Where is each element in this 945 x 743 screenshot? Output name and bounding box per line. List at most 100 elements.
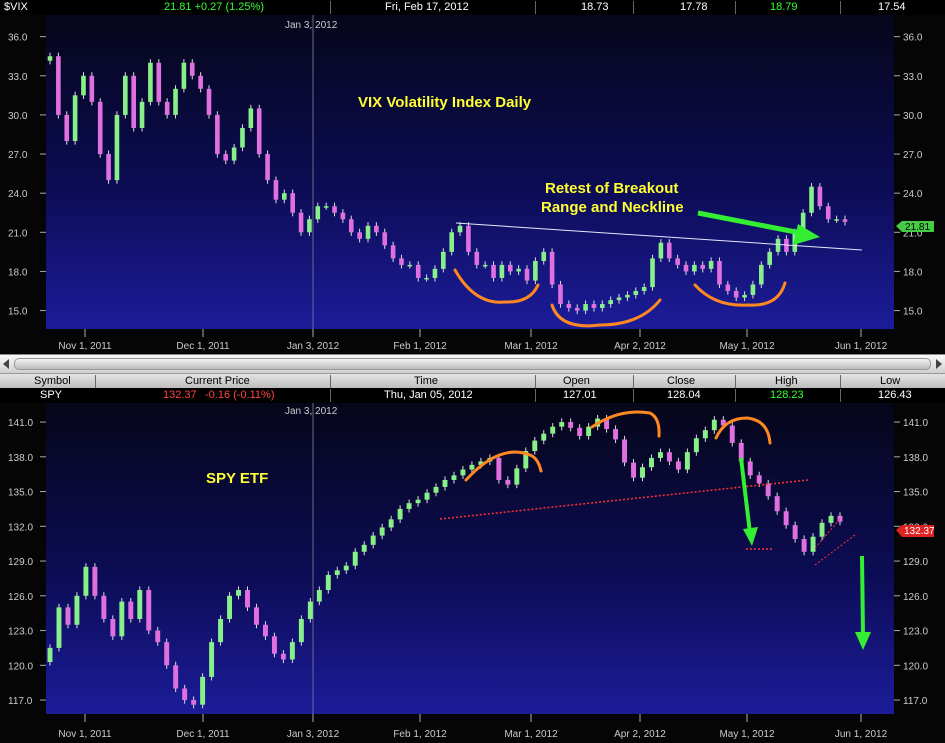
candle-body [482, 264, 488, 267]
candle-body [600, 304, 605, 308]
candle-body [240, 127, 245, 148]
candle-body [622, 439, 628, 463]
col-open: Open [563, 375, 590, 387]
candle-body [559, 422, 565, 427]
candle-body [415, 264, 421, 278]
candle-body [65, 607, 71, 625]
candle-body [407, 264, 413, 267]
candle-body [352, 551, 358, 566]
candle-body [315, 206, 321, 220]
candle-body [298, 212, 304, 233]
candle-body [198, 75, 203, 89]
y-tick-label: 117.0 [8, 696, 33, 707]
candle-body [343, 565, 349, 571]
y-tick-label: 120.0 [8, 661, 33, 672]
candle-body [441, 251, 446, 269]
y-tick-label-right: 33.0 [903, 72, 923, 83]
candle-body [424, 492, 430, 500]
y-tick-label-right: 135.0 [903, 488, 928, 499]
y-tick-label-right: 117.0 [903, 696, 928, 707]
candle-body [692, 264, 697, 272]
spy-symbol: SPY [40, 389, 63, 401]
spy-open: 127.01 [563, 389, 597, 401]
candle-body [340, 212, 346, 220]
candle-body [725, 284, 731, 291]
y-tick-label-right: 24.0 [903, 189, 923, 200]
candle-body [290, 193, 295, 213]
x-tick-label: Mar 1, 2012 [504, 729, 558, 740]
x-tick-label: Apr 2, 2012 [614, 729, 666, 740]
candle-body [81, 75, 86, 96]
scrollbar-thumb[interactable] [14, 358, 931, 370]
candle-body [114, 114, 120, 181]
spy-last-price-tag: 132.37 [896, 525, 935, 537]
col-close: Close [667, 375, 696, 387]
candle-body [200, 676, 206, 705]
scroll-right-icon[interactable] [936, 359, 942, 369]
panel-scrollbar[interactable] [0, 354, 945, 374]
candle-body [254, 607, 259, 625]
y-tick-label: 33.0 [8, 72, 28, 83]
x-tick-label: May 1, 2012 [719, 729, 774, 740]
scroll-left-icon[interactable] [3, 359, 9, 369]
x-tick-label: Nov 1, 2011 [58, 729, 112, 740]
candle-body [271, 636, 277, 654]
candle-body [307, 601, 313, 619]
candle-body [399, 258, 404, 265]
candle-body [505, 479, 511, 485]
candle-body [684, 452, 690, 470]
spy-column-header: Symbol Current Price Time Open Close Hig… [0, 373, 945, 389]
candle-body [631, 462, 636, 478]
candle-body [236, 590, 241, 596]
x-tick-label: Feb 1, 2012 [393, 729, 447, 740]
candle-body [182, 688, 188, 701]
x-tick-label: Feb 1, 2012 [393, 341, 447, 352]
candle-body [231, 147, 237, 161]
spy-change: -0.16 (-0.11%) [205, 389, 275, 401]
candle-body [834, 219, 839, 221]
candle-body [650, 258, 655, 288]
candle-body [282, 193, 287, 200]
candle-body [756, 475, 762, 484]
candle-body [442, 479, 448, 487]
vix-date: Fri, Feb 17, 2012 [385, 1, 469, 13]
y-tick-label: 138.0 [8, 453, 33, 464]
candle-body [613, 429, 619, 440]
y-tick-label-right: 126.0 [903, 592, 928, 603]
candle-body [666, 242, 672, 259]
candle-body [711, 419, 717, 431]
candle-body [666, 452, 672, 462]
candle-body [323, 206, 329, 208]
candle-body [370, 535, 376, 545]
candle-body [524, 268, 530, 281]
col-time: Time [414, 375, 439, 387]
candle-body [131, 75, 136, 128]
x-tick-label: Nov 1, 2011 [58, 341, 112, 352]
candle-body [325, 574, 331, 591]
y-tick-label-right: 30.0 [903, 111, 923, 122]
candle-body [47, 647, 53, 662]
candle-body [496, 457, 502, 480]
vix-quote-header: $VIX 21.81 +0.27 (1.25%) Fri, Feb 17, 20… [0, 0, 945, 16]
y-tick-label: 123.0 [8, 627, 33, 638]
candle-body [541, 433, 547, 441]
candle-body [148, 62, 153, 102]
candle-body [583, 304, 588, 311]
candle-body [491, 264, 496, 278]
col-current-price: Current Price [185, 375, 250, 387]
candle-body [334, 570, 340, 575]
candle-body [146, 590, 152, 631]
spy-title: SPY ETF [206, 470, 268, 487]
candle-body [406, 503, 412, 509]
y-tick-label: 132.0 [8, 522, 33, 533]
candle-body [106, 154, 111, 181]
candle-body [708, 261, 714, 269]
candle-body [92, 566, 98, 596]
vix-open: 18.73 [581, 1, 609, 13]
y-tick-label: 27.0 [8, 150, 28, 161]
vix-last-price-text: 21.81 [905, 222, 930, 233]
candle-body [683, 264, 689, 272]
y-tick-label: 24.0 [8, 189, 28, 200]
candle-body [586, 426, 592, 436]
y-tick-label: 18.0 [8, 267, 28, 278]
